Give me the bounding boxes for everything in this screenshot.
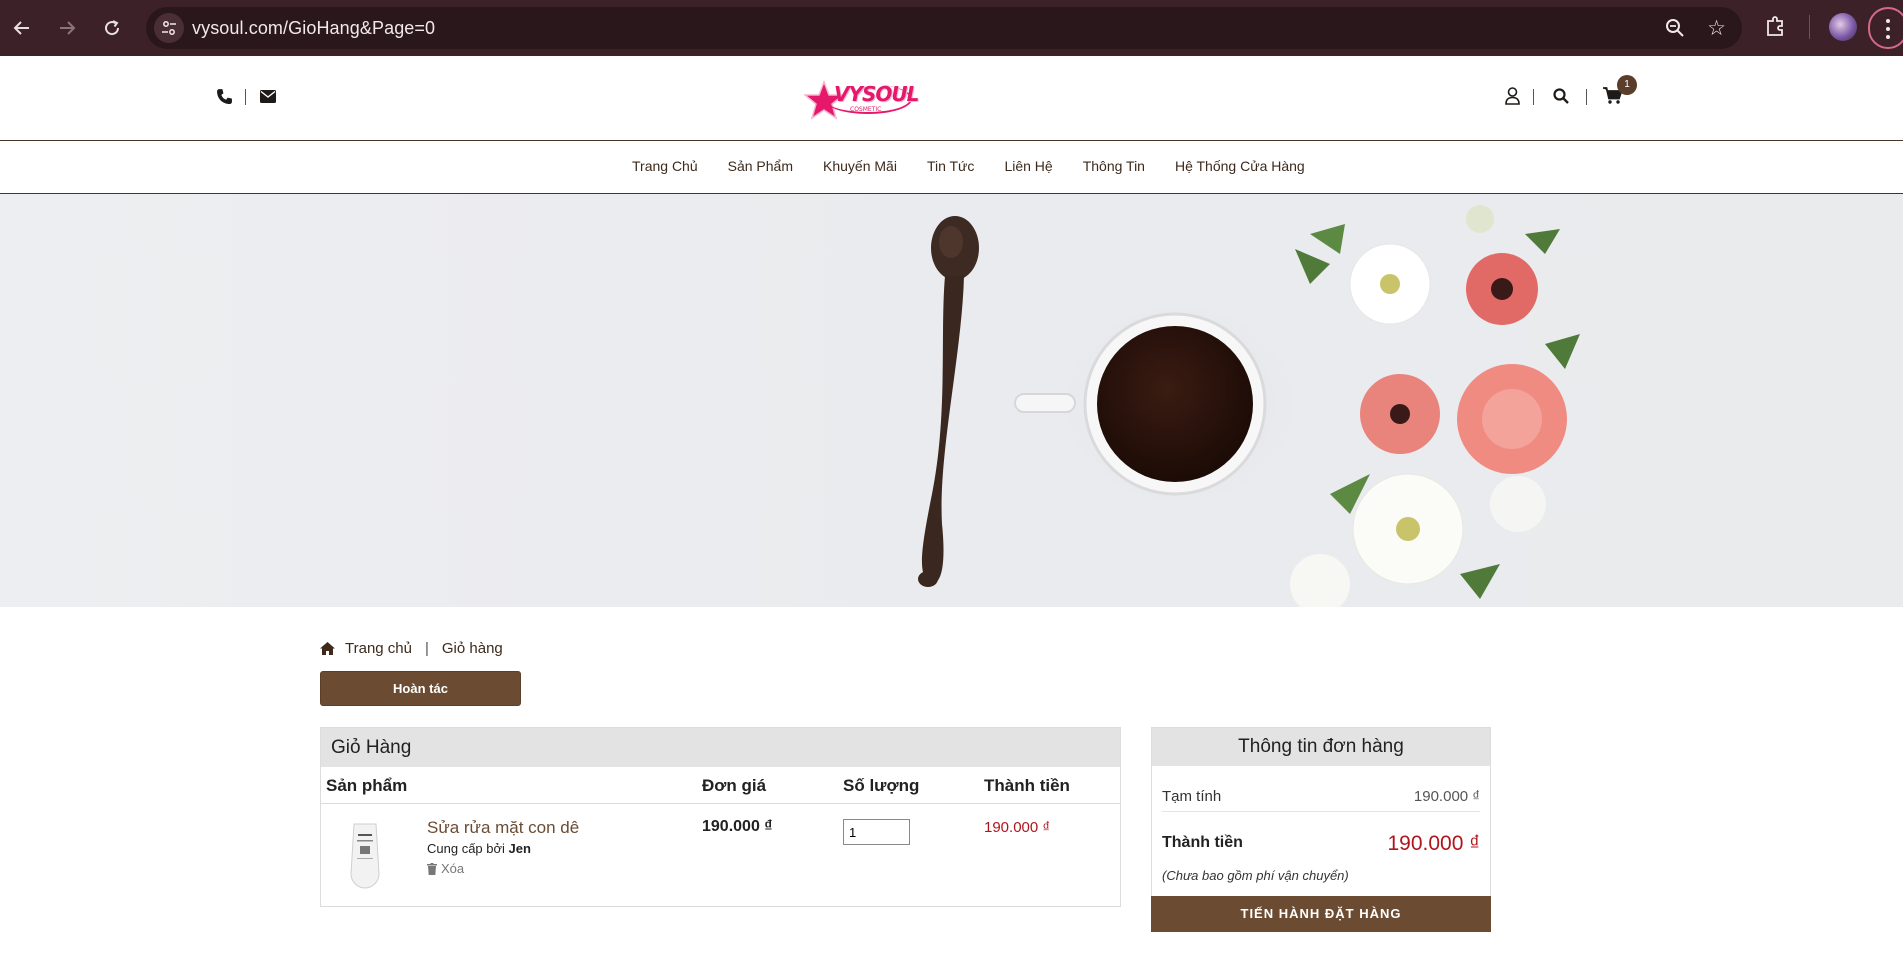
cart-title: Giỏ Hàng [321,728,1120,767]
site-info-button[interactable] [154,13,184,43]
nav-item-products[interactable]: Sản Phẩm [728,158,793,174]
header-divider [1533,89,1534,105]
nav-item-home[interactable]: Trang Chủ [632,158,698,174]
wooden-spoon [918,216,979,587]
unit-price: 190.000 ₫ [702,818,773,835]
nav-item-news[interactable]: Tin Tức [927,158,975,174]
search-icon[interactable] [1553,88,1569,104]
supplier-name: Jen [508,841,531,856]
column-total: Thành tiền [984,776,1070,795]
breadcrumb-home-link[interactable]: Trang chủ [345,640,412,657]
phone-icon[interactable] [216,88,233,105]
column-unit-price: Đơn giá [702,776,767,795]
mail-icon[interactable] [260,90,276,103]
tune-icon [162,21,176,35]
address-bar[interactable]: vysoul.com/GioHang&Page=0 ☆ [146,7,1742,49]
order-summary-panel: Thông tin đơn hàng Tạm tính 190.000 ₫ Th… [1151,727,1491,932]
nav-item-stores[interactable]: Hệ Thống Cửa Hàng [1175,158,1305,174]
line-total: 190.000 ₫ [984,819,1051,836]
toolbar-separator [1809,15,1810,39]
home-icon [320,642,335,655]
site-logo[interactable]: VYSOUL COSMETIC [804,76,919,120]
undo-button[interactable]: Hoàn tác [320,671,521,706]
product-supplier: Cung cấp bởi Jen [427,841,531,856]
reload-button[interactable] [98,14,126,42]
zoom-icon[interactable] [1664,17,1686,39]
nav-item-contact[interactable]: Liên Hệ [1004,158,1052,174]
logo-text: VYSOUL [834,82,919,106]
subtotal-value: 190.000 ₫ [1413,788,1480,805]
subtotal-row: Tạm tính 190.000 ₫ [1162,788,1480,812]
breadcrumb: Trang chủ | Giỏ hàng [320,640,503,657]
total-value: 190.000 ₫ [1387,832,1480,855]
main-nav: Trang Chủ Sản Phẩm Khuyến Mãi Tin Tức Li… [0,141,1903,194]
supplier-prefix: Cung cấp bởi [427,841,505,856]
column-product: Sản phẩm [326,776,408,795]
header-divider [1586,89,1587,105]
contact-divider [245,89,246,105]
flowers [1290,205,1580,607]
arrow-right-icon [60,21,76,35]
cart-row: Sửa rửa mặt con dê Cung cấp bởi Jen Xóa … [321,804,1120,904]
extensions-icon[interactable] [1764,14,1788,38]
bookmark-star-icon[interactable]: ☆ [1707,16,1726,41]
profile-avatar[interactable] [1829,13,1857,41]
total-label: Thành tiền [1162,834,1243,851]
cart-table-header: Sản phẩm Đơn giá Số lượng Thành tiền [321,767,1120,804]
quantity-input[interactable] [843,819,910,845]
shipping-note: (Chưa bao gồm phí vận chuyển) [1162,868,1349,883]
breadcrumb-separator: | [424,640,429,657]
cart-count-badge: 1 [1617,75,1637,95]
browser-menu-button[interactable] [1868,7,1903,49]
logo-subtext: COSMETIC [850,106,882,113]
cart-panel: Giỏ Hàng Sản phẩm Đơn giá Số lượng Thành… [320,727,1121,907]
checkout-button[interactable]: TIẾN HÀNH ĐẶT HÀNG [1151,896,1491,932]
hero-banner [0,194,1903,607]
back-button[interactable] [8,14,36,42]
banner-image [918,205,1580,607]
url-text[interactable]: vysoul.com/GioHang&Page=0 [192,18,435,39]
product-name-link[interactable]: Sửa rửa mặt con dê [427,818,579,838]
nav-item-promotions[interactable]: Khuyến Mãi [823,158,897,174]
browser-toolbar: vysoul.com/GioHang&Page=0 ☆ [0,0,1903,56]
nav-item-info[interactable]: Thông Tin [1083,158,1145,174]
breadcrumb-current: Giỏ hàng [441,640,503,657]
product-thumbnail[interactable] [348,822,382,890]
forward-button[interactable] [53,14,81,42]
subtotal-label: Tạm tính [1162,788,1222,805]
delete-label: Xóa [441,861,465,876]
site-header: VYSOUL COSMETIC 1 [0,56,1903,141]
user-icon[interactable] [1505,87,1520,105]
arrow-left-icon [13,21,29,35]
column-quantity: Số lượng [843,776,920,795]
summary-title: Thông tin đơn hàng [1152,728,1490,766]
reload-icon [105,20,120,36]
trash-icon [427,862,437,875]
delete-item-button[interactable]: Xóa [427,861,464,876]
